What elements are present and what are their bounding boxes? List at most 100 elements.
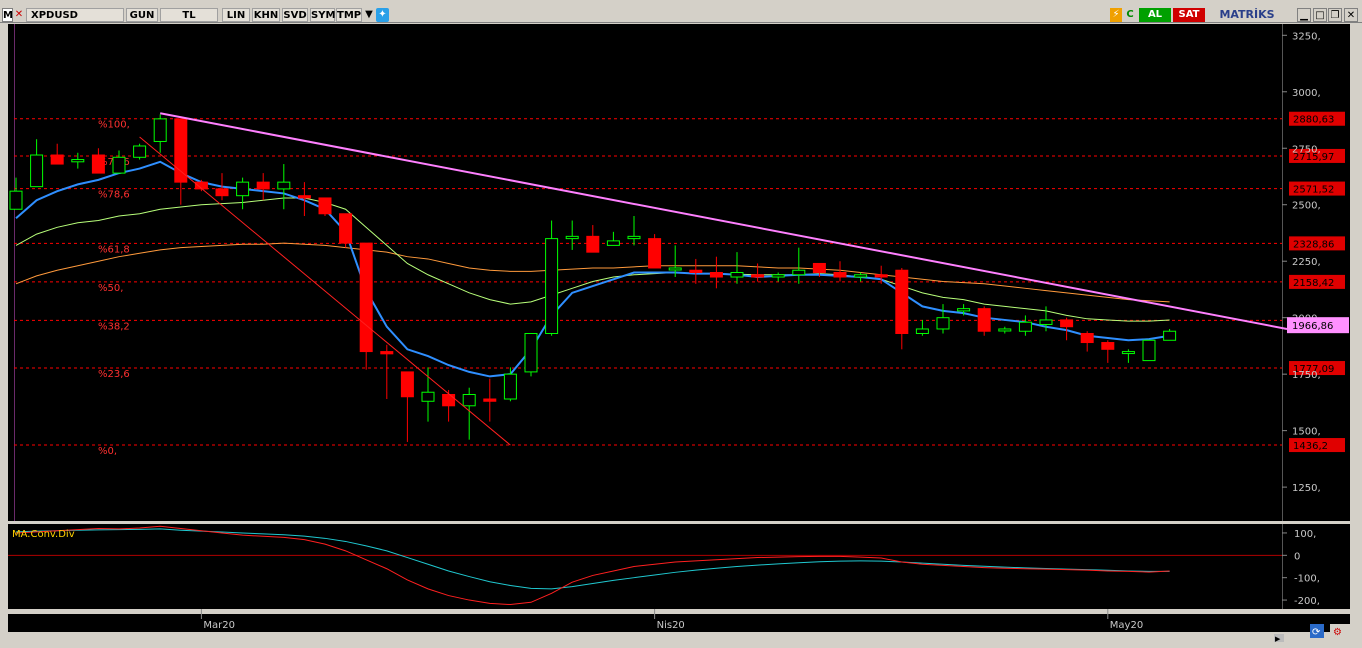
candle-body-37 xyxy=(771,274,785,278)
y-tick-label-3: 2500, xyxy=(1292,201,1321,212)
candle-body-16 xyxy=(339,213,353,244)
candle-body-40 xyxy=(833,272,847,278)
y-tick-label-4: 2250, xyxy=(1292,257,1321,268)
sync-icon[interactable]: ⟳ xyxy=(1312,627,1321,638)
matriks-logo[interactable]: M xyxy=(2,8,13,22)
chevron-right-icon[interactable]: ▶ xyxy=(1275,635,1281,643)
candle-body-31 xyxy=(648,238,662,269)
candle-body-5 xyxy=(112,156,126,174)
candle-body-28 xyxy=(586,235,600,253)
candle-body-20 xyxy=(421,391,435,402)
fib-price-label-7: 1436,2 xyxy=(1293,441,1328,452)
fib-level-label-0: %100, xyxy=(98,120,130,131)
x-tick-label-0: Mar20 xyxy=(203,620,235,631)
fib-level-label-6: %23,6 xyxy=(98,369,130,380)
candle-body-8 xyxy=(174,118,188,183)
fib-price-label-4: 2158,42 xyxy=(1293,278,1334,289)
candle-body-14 xyxy=(297,195,311,199)
minimize-button[interactable]: ▁ xyxy=(1297,8,1311,22)
candle-body-49 xyxy=(1018,321,1032,332)
candle-body-11 xyxy=(236,181,250,197)
candle-body-19 xyxy=(400,371,414,398)
symbol-selector[interactable]: XPDUSD xyxy=(26,8,124,22)
currency-button[interactable]: TL xyxy=(160,8,218,22)
fib-price-label-0: 2880,63 xyxy=(1293,115,1334,126)
candle-body-6 xyxy=(133,145,147,158)
last-price-label: 1966,86 xyxy=(1292,321,1333,332)
period-button[interactable]: GUN xyxy=(126,8,158,22)
close-button[interactable]: ✕ xyxy=(1344,8,1358,22)
candle-body-26 xyxy=(545,238,559,334)
twitter-icon[interactable]: ✦ xyxy=(376,8,389,22)
candle-body-29 xyxy=(606,240,620,246)
candle-body-56 xyxy=(1163,330,1177,341)
candle-body-21 xyxy=(442,393,456,407)
candle-body-50 xyxy=(1039,319,1053,325)
chevron-down-icon[interactable]: ▼ xyxy=(363,8,375,22)
candle-body-39 xyxy=(812,262,826,274)
linear-scale-button[interactable]: LIN xyxy=(222,8,250,22)
y-tick-label-1: 3000, xyxy=(1292,88,1321,99)
candle-body-0 xyxy=(9,190,23,210)
maximize-button[interactable]: □ xyxy=(1313,8,1327,22)
candle-body-1 xyxy=(30,154,44,188)
candle-body-4 xyxy=(91,154,105,174)
candle-body-23 xyxy=(483,398,497,402)
candle-body-33 xyxy=(689,269,703,273)
candle-body-38 xyxy=(792,269,806,276)
candle-body-45 xyxy=(936,317,950,330)
y-tick-label-8: 1250, xyxy=(1292,483,1321,494)
indicator-title: MA.Conv.Div xyxy=(12,529,75,540)
fib-level-label-5: %38,2 xyxy=(98,321,130,332)
candle-body-48 xyxy=(998,328,1012,332)
close-symbol-icon[interactable]: ✕ xyxy=(14,8,24,22)
x-tick-label-2: May20 xyxy=(1110,620,1143,631)
candle-body-27 xyxy=(565,235,579,240)
volume-button[interactable]: SVD xyxy=(282,8,308,22)
restore-button[interactable]: ❐ xyxy=(1328,8,1342,22)
x-tick-label-1: Nis20 xyxy=(657,620,685,631)
symbol-button[interactable]: SYM xyxy=(310,8,335,22)
candle-body-46 xyxy=(957,308,971,312)
candle-body-30 xyxy=(627,235,641,240)
y-tick-label-2: 2750, xyxy=(1292,144,1321,155)
indicator-tick-label-3: -200, xyxy=(1294,596,1320,607)
refresh-icon[interactable]: C xyxy=(1124,8,1136,22)
fib-price-label-2: 2571,52 xyxy=(1293,185,1334,196)
fib-level-label-3: %61,8 xyxy=(98,244,130,255)
candle-body-35 xyxy=(730,272,744,278)
candle-body-55 xyxy=(1142,339,1156,362)
candle-body-43 xyxy=(895,269,909,334)
candle-body-41 xyxy=(854,274,868,278)
settings-icon[interactable]: ⚙ xyxy=(1333,627,1342,638)
chart-area[interactable]: %100,%78,6%78,6%61,8%50,%38,2%23,6%0, 28… xyxy=(0,23,1362,648)
candle-body-25 xyxy=(524,332,538,373)
candle-body-34 xyxy=(709,272,723,278)
candle-body-32 xyxy=(668,267,682,271)
y-tick-label-0: 3250, xyxy=(1292,31,1321,42)
template-button[interactable]: TMP xyxy=(336,8,362,22)
candle-body-36 xyxy=(751,274,765,278)
candle-body-15 xyxy=(318,197,332,215)
sell-button[interactable]: SAT xyxy=(1173,8,1205,22)
y-tick-label-7: 1500, xyxy=(1292,427,1321,438)
indicator-tick-label-2: -100, xyxy=(1294,574,1320,585)
price-chart-svg[interactable]: %100,%78,6%78,6%61,8%50,%38,2%23,6%0, 28… xyxy=(0,23,1362,648)
candle-body-10 xyxy=(215,188,229,197)
indicator-panel[interactable] xyxy=(8,524,1350,609)
buy-button[interactable]: AL xyxy=(1139,8,1171,22)
candle-body-7 xyxy=(153,118,167,142)
candle-body-22 xyxy=(462,393,476,407)
candle-body-44 xyxy=(915,328,929,334)
candle-body-51 xyxy=(1060,319,1074,328)
candle-body-42 xyxy=(874,274,888,278)
candle-button[interactable]: KHN xyxy=(252,8,280,22)
candle-body-13 xyxy=(277,181,291,190)
candle-body-47 xyxy=(977,308,991,332)
fib-price-label-3: 2328,86 xyxy=(1293,239,1334,250)
candle-body-3 xyxy=(71,159,85,163)
y-tick-label-6: 1750, xyxy=(1292,370,1321,381)
lightning-icon[interactable]: ⚡ xyxy=(1110,8,1122,22)
chart-toolbar: M ✕ XPDUSD GUN TL LIN KHN SVD SYM TMP ▼ … xyxy=(0,0,1362,23)
matriks-brand: MATRİKS xyxy=(1219,8,1275,21)
